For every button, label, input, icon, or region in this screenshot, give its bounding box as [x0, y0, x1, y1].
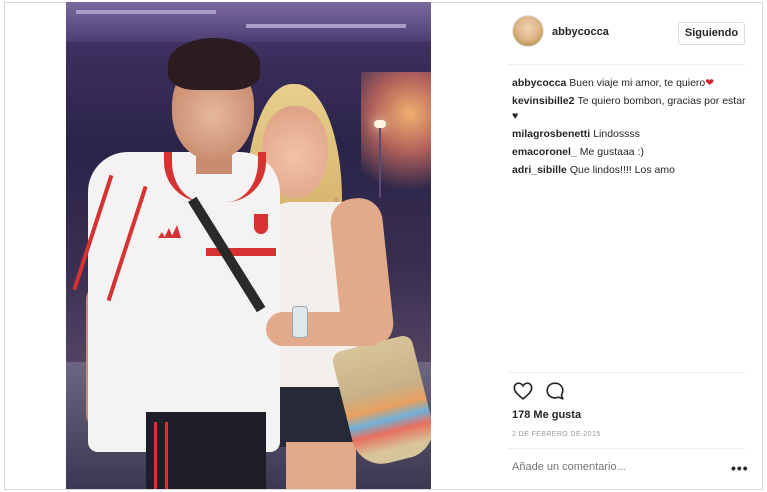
- comment-username[interactable]: adri_sibille: [512, 164, 567, 176]
- club-crest-icon: [252, 212, 270, 236]
- adidas-logo-icon: [158, 225, 181, 238]
- comment-item: adri_sibille Que lindos!!!! Los amo: [512, 163, 748, 178]
- comment-username[interactable]: abbycocca: [512, 77, 566, 89]
- heart-outline-icon[interactable]: [512, 380, 534, 402]
- comment-text: Lindossss: [593, 128, 640, 140]
- comment-text: Me gustaaa :): [579, 146, 644, 158]
- girl-wristwatch: [292, 306, 308, 338]
- post-side-panel: abbycocca Siguiendo abbycocca Buen viaje …: [432, 2, 763, 490]
- post-actions: [512, 380, 592, 402]
- comments-list: abbycocca Buen viaje mi amor, te quiero❤ …: [512, 76, 748, 181]
- comment-input[interactable]: [512, 461, 712, 473]
- girl-forearm: [266, 312, 386, 346]
- caption: abbycocca Buen viaje mi amor, te quiero❤: [512, 76, 748, 91]
- comment-username[interactable]: emacoronel_: [512, 146, 577, 158]
- photo-background-light: [361, 72, 431, 212]
- comment-item: milagrosbenetti Lindossss: [512, 127, 748, 142]
- photo-roof-beam: [76, 10, 216, 14]
- red-heart-icon: ❤: [705, 77, 715, 89]
- photo-roof-beam: [246, 24, 406, 28]
- photo-background-roof: [66, 2, 431, 42]
- post-photo[interactable]: [66, 2, 431, 489]
- comment-input-divider: [508, 448, 745, 449]
- post-header: abbycocca Siguiendo: [432, 2, 763, 64]
- post-username[interactable]: abbycocca: [552, 26, 609, 38]
- girl-leg: [286, 442, 356, 489]
- boy-shorts-stripe: [154, 422, 168, 489]
- post-date[interactable]: 2 DE FEBRERO DE 2015: [512, 431, 601, 438]
- comment-text: Buen viaje mi amor, te quiero: [569, 77, 706, 89]
- comment-text: Que lindos!!!! Los amo: [569, 164, 675, 176]
- likes-count[interactable]: 178 Me gusta: [512, 409, 581, 421]
- boy-hair: [168, 38, 260, 90]
- avatar[interactable]: [512, 15, 544, 47]
- comment-username[interactable]: milagrosbenetti: [512, 128, 590, 140]
- comment-item: emacoronel_ Me gustaaa :): [512, 145, 748, 160]
- header-divider: [508, 64, 745, 65]
- following-button[interactable]: Siguiendo: [678, 22, 745, 45]
- photo-street-lamp: [374, 120, 386, 128]
- more-dots-icon[interactable]: •••: [731, 460, 749, 476]
- comment-username[interactable]: kevinsibille2: [512, 95, 574, 107]
- comment-item: kevinsibille2 Te quiero bombon, gracias p…: [512, 94, 748, 124]
- speech-bubble-icon[interactable]: [544, 380, 566, 402]
- photo-lamp-pole: [379, 128, 381, 198]
- actions-divider: [508, 372, 745, 373]
